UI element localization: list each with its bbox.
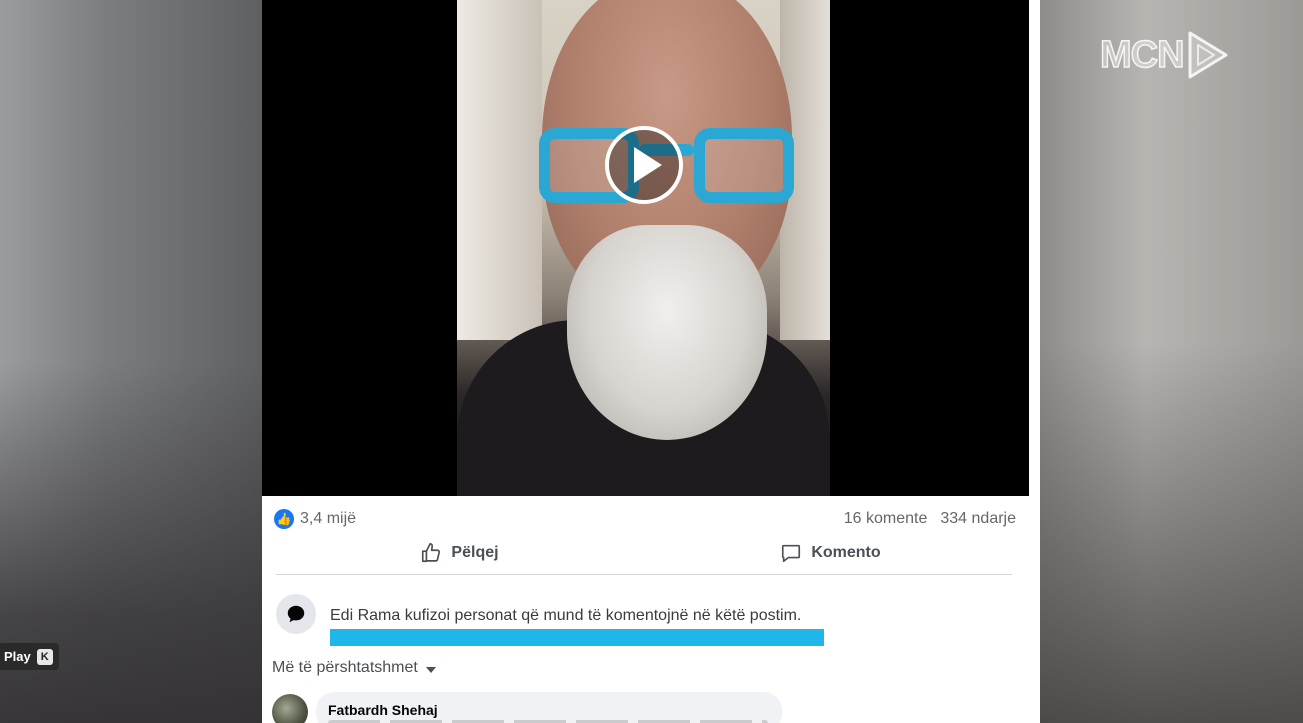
post-actions: Pëlqej Komento bbox=[274, 536, 1016, 570]
thumbs-up-icon bbox=[422, 543, 441, 563]
restriction-text: Edi Rama kufizoi personat që mund të kom… bbox=[330, 607, 802, 624]
text-highlight-marker bbox=[330, 629, 824, 646]
comment-item: Fatbardh Shehaj bbox=[272, 692, 792, 723]
logo-text: MCN bbox=[1099, 33, 1185, 77]
comment-button[interactable]: Komento bbox=[645, 536, 1016, 570]
avatar[interactable] bbox=[272, 694, 308, 723]
comments-count[interactable]: 16 komente bbox=[844, 510, 928, 528]
facebook-post: 👍 3,4 mijë 16 komente 334 ndarje Pëlqej … bbox=[262, 0, 1040, 723]
play-triangle bbox=[634, 147, 662, 183]
person-beard bbox=[567, 225, 767, 440]
video-player[interactable] bbox=[262, 0, 1029, 496]
logo-play-icon bbox=[1188, 31, 1228, 79]
reactions-count: 3,4 mijë bbox=[300, 510, 357, 527]
like-reaction-icon: 👍 bbox=[274, 509, 294, 529]
curtain-left bbox=[457, 0, 542, 340]
blurred-background-right bbox=[1040, 0, 1303, 723]
glasses-lens-right bbox=[694, 128, 794, 203]
comment-restriction-notice: Edi Rama kufizoi personat që mund të kom… bbox=[276, 594, 1016, 650]
caret-down-icon bbox=[425, 666, 436, 673]
restricted-comments-icon bbox=[276, 594, 316, 634]
comment-sort-dropdown[interactable]: Më të përshtatshmet bbox=[272, 659, 436, 677]
shares-count[interactable]: 334 ndarje bbox=[940, 510, 1016, 528]
blurred-background-left bbox=[0, 0, 262, 723]
play-tooltip[interactable]: Play K bbox=[0, 643, 59, 670]
comment-bubble: Fatbardh Shehaj bbox=[316, 692, 782, 723]
speech-bubble-icon bbox=[782, 544, 801, 563]
keyboard-shortcut-badge: K bbox=[36, 648, 53, 665]
engagement-counts: 16 komente 334 ndarje bbox=[831, 510, 1016, 528]
comment-button-label: Komento bbox=[811, 544, 881, 561]
comment-author[interactable]: Fatbardh Shehaj bbox=[328, 702, 438, 718]
reactions-summary[interactable]: 👍 3,4 mijë bbox=[274, 509, 356, 529]
speech-bubble-filled-icon bbox=[287, 605, 305, 623]
like-button-label: Pëlqej bbox=[451, 544, 499, 561]
play-icon[interactable] bbox=[605, 126, 683, 204]
actions-divider bbox=[276, 574, 1012, 575]
post-stats: 👍 3,4 mijë 16 komente 334 ndarje bbox=[274, 506, 1016, 532]
sort-label: Më të përshtatshmet bbox=[272, 659, 418, 676]
like-button[interactable]: Pëlqej bbox=[274, 536, 645, 570]
video-frame bbox=[457, 0, 830, 496]
mcn-logo: MCN bbox=[1099, 26, 1230, 84]
play-hint-label: Play bbox=[4, 649, 31, 664]
